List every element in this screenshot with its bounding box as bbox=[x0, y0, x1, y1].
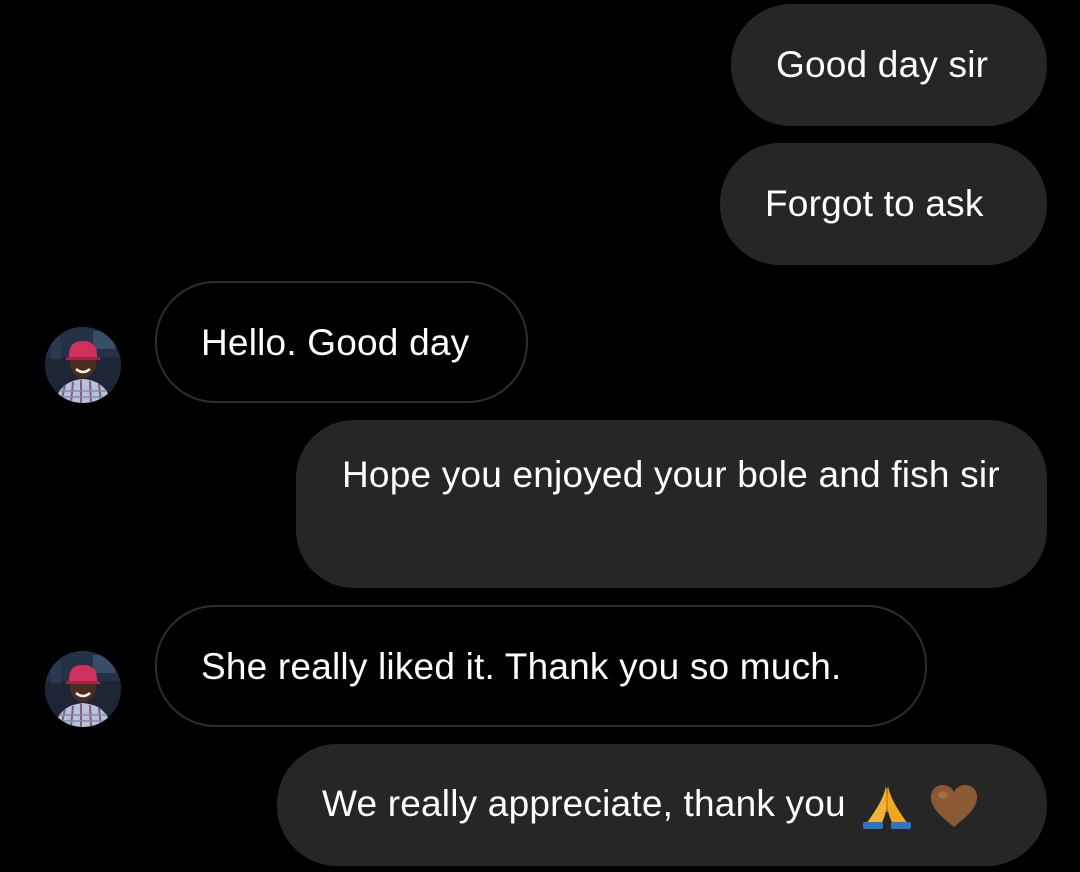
message-text: Forgot to ask bbox=[765, 183, 984, 224]
received-message-bubble[interactable]: Hello. Good day bbox=[155, 281, 528, 403]
brown-heart-icon bbox=[929, 783, 979, 829]
folded-hands-icon bbox=[860, 782, 914, 830]
contact-avatar[interactable] bbox=[45, 651, 121, 727]
message-text: She really liked it. Thank you so much. bbox=[201, 646, 842, 687]
sent-message-bubble[interactable]: Hope you enjoyed your bole and fish sir bbox=[296, 420, 1047, 588]
sent-message-bubble[interactable]: We really appreciate, thank you bbox=[277, 744, 1047, 866]
message-thread: Good day sir Forgot to ask Hello. Good d… bbox=[0, 0, 1080, 872]
avatar-image bbox=[45, 651, 121, 727]
received-message-bubble[interactable]: She really liked it. Thank you so much. bbox=[155, 605, 927, 727]
avatar-image bbox=[45, 327, 121, 403]
message-text: Hello. Good day bbox=[201, 322, 470, 363]
contact-avatar[interactable] bbox=[45, 327, 121, 403]
message-text: We really appreciate, thank you bbox=[322, 783, 846, 824]
message-text: Good day sir bbox=[776, 44, 989, 85]
sent-message-bubble[interactable]: Forgot to ask bbox=[720, 143, 1047, 265]
message-text: Hope you enjoyed your bole and fish sir bbox=[342, 454, 1000, 495]
sent-message-bubble[interactable]: Good day sir bbox=[731, 4, 1047, 126]
